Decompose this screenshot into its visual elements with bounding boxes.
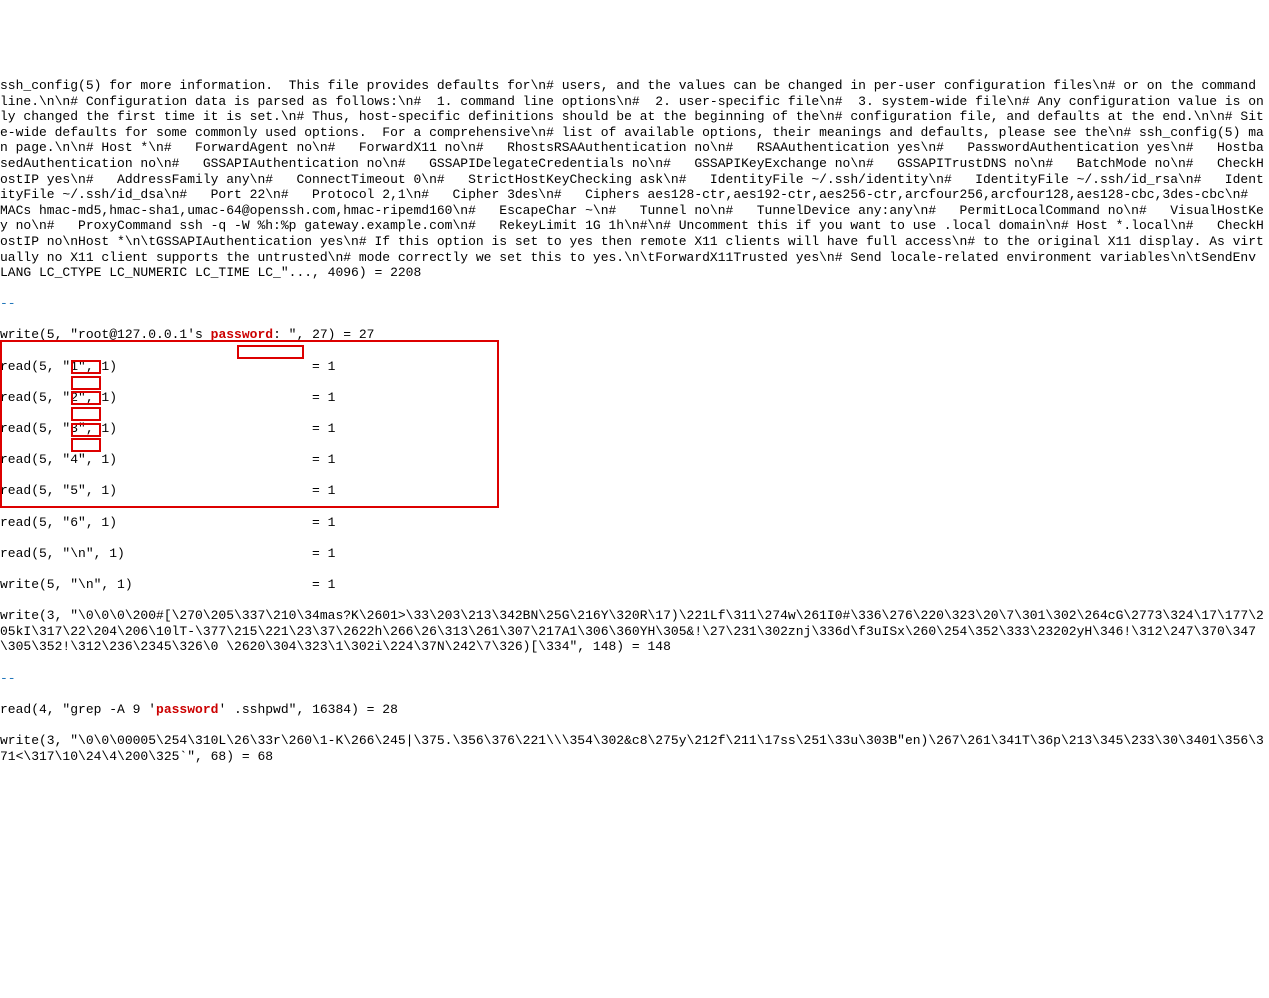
write-prompt-pre: write(5, "root@127.0.0.1's bbox=[0, 327, 211, 342]
read4-post: ' .sshpwd", 16384) = 28 bbox=[218, 702, 397, 717]
read-line-1: read(5, "1", 1) = 1 bbox=[0, 359, 1269, 375]
read-line-6: read(5, "6", 1) = 1 bbox=[0, 515, 1269, 531]
write-line-nl: write(5, "\n", 1) = 1 bbox=[0, 577, 1269, 593]
write3-line: write(3, "\0\0\0\200#[\270\205\337\210\3… bbox=[0, 608, 1269, 655]
annotation-box-char-6 bbox=[71, 438, 101, 452]
annotation-box-char-4 bbox=[71, 407, 101, 421]
password-highlight-1: password bbox=[211, 327, 273, 342]
read-line-5: read(5, "5", 1) = 1 bbox=[0, 483, 1269, 499]
annotation-box-char-2 bbox=[71, 376, 101, 390]
ssh-config-block: ssh_config(5) for more information. This… bbox=[0, 78, 1269, 281]
password-highlight-2: password bbox=[156, 702, 218, 717]
write-prompt-post: : ", 27) = 27 bbox=[273, 327, 374, 342]
separator-1: -- bbox=[0, 296, 1269, 312]
read-line-3: read(5, "3", 1) = 1 bbox=[0, 421, 1269, 437]
read4-pre: read(4, "grep -A 9 ' bbox=[0, 702, 156, 717]
write-prompt-line: write(5, "root@127.0.0.1's password: ", … bbox=[0, 327, 1269, 343]
annotation-box-password bbox=[237, 345, 304, 359]
read-line-2: read(5, "2", 1) = 1 bbox=[0, 390, 1269, 406]
read-line-nl: read(5, "\n", 1) = 1 bbox=[0, 546, 1269, 562]
read-line-4: read(5, "4", 1) = 1 bbox=[0, 452, 1269, 468]
read4-grep-line: read(4, "grep -A 9 'password' .sshpwd", … bbox=[0, 702, 1269, 718]
terminal-output: ssh_config(5) for more information. This… bbox=[0, 62, 1269, 920]
separator-2: -- bbox=[0, 671, 1269, 687]
write3b-line: write(3, "\0\0\00005\254\310L\26\33r\260… bbox=[0, 733, 1269, 764]
